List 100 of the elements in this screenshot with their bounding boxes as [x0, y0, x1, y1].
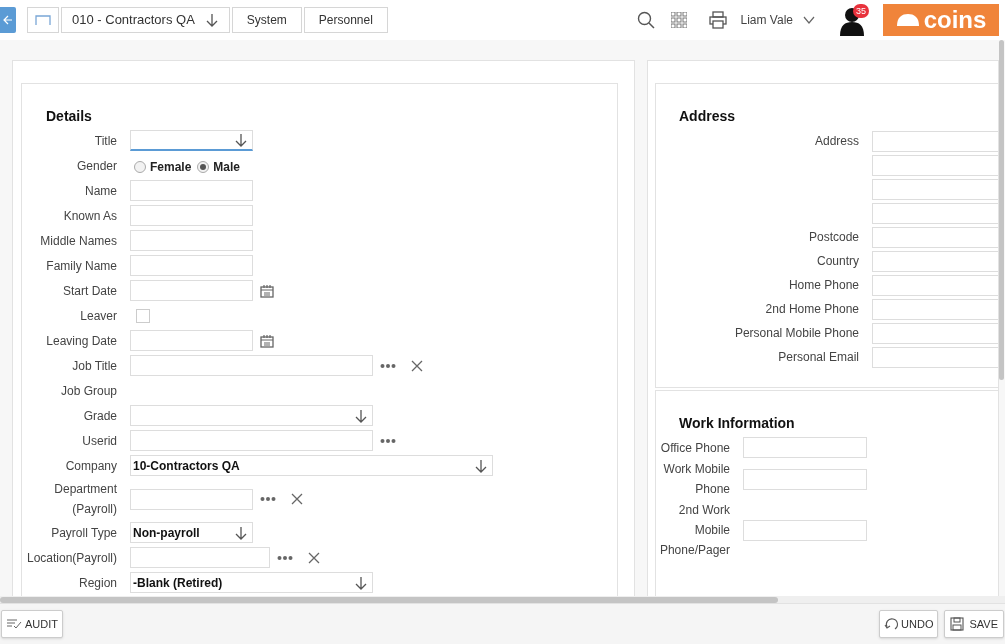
caret-icon — [204, 13, 219, 27]
field-label: Region — [77, 574, 117, 592]
field-label: Location(Payroll) — [25, 549, 117, 567]
more-button[interactable] — [380, 362, 396, 369]
section-heading: Address — [678, 107, 737, 124]
caret-icon — [234, 525, 248, 540]
hard-hat-icon — [895, 13, 920, 27]
coins-logo: coins — [883, 4, 999, 36]
dropdown-field[interactable]: -Blank (Retired) — [130, 572, 373, 593]
input-field[interactable] — [130, 280, 253, 301]
caret-icon — [354, 575, 368, 590]
input-field[interactable] — [872, 346, 998, 368]
input-field[interactable] — [872, 202, 998, 224]
field-label: Payroll Type — [50, 524, 117, 542]
more-dots-icon — [277, 554, 293, 561]
field-label: Family Name — [45, 257, 117, 275]
input-field[interactable] — [130, 180, 253, 201]
dropdown-field[interactable]: Non-payroll — [130, 522, 253, 543]
input-field[interactable] — [872, 274, 998, 296]
field-label: Department (Payroll) — [53, 481, 117, 518]
input-field[interactable] — [130, 255, 253, 276]
field-label: Job Group — [59, 382, 117, 400]
radio-option[interactable]: Male — [197, 157, 241, 176]
input-field[interactable] — [743, 519, 867, 541]
field-label: 2nd Work Mobile Phone/Pager — [658, 502, 730, 559]
field-label: Job Title — [71, 357, 117, 375]
clear-button[interactable] — [411, 359, 423, 372]
back-arrow-icon — [3, 15, 13, 25]
field-label: Start Date — [61, 282, 117, 300]
caret-icon — [234, 133, 248, 147]
horizontal-scrollbar[interactable] — [0, 596, 778, 603]
dropdown-field[interactable] — [130, 405, 373, 426]
breadcrumb-link[interactable]: Personnel — [303, 7, 388, 33]
input-field[interactable] — [130, 230, 253, 251]
input-field[interactable] — [872, 130, 998, 152]
back-button[interactable] — [0, 7, 16, 33]
radio-option[interactable]: Female — [134, 157, 192, 176]
field-label: Address — [813, 133, 859, 150]
input-field[interactable] — [130, 330, 253, 351]
dropdown-field[interactable]: 10-Contractors QA — [130, 455, 493, 476]
more-dots-icon — [380, 362, 396, 369]
field-label: Work Mobile Phone — [662, 461, 730, 498]
more-dots-icon — [380, 437, 396, 444]
undo-button[interactable]: UNDO — [879, 610, 939, 638]
calendar-button[interactable] — [260, 333, 274, 348]
user-menu[interactable]: Liam Vale — [740, 11, 815, 29]
input-field[interactable] — [743, 468, 867, 490]
breadcrumb-link[interactable]: System — [231, 7, 302, 33]
list-check-icon — [6, 619, 22, 629]
field-label: Personal Mobile Phone — [733, 325, 859, 342]
dropdown-field[interactable] — [130, 130, 253, 151]
field-label: Company — [64, 457, 117, 475]
caret-icon — [354, 408, 368, 423]
section-heading: Details — [45, 107, 93, 124]
input-field[interactable] — [872, 178, 998, 200]
notification-badge: 35 — [853, 4, 869, 18]
window-icon — [35, 15, 51, 25]
apps-grid-button[interactable] — [670, 12, 687, 28]
input-field[interactable] — [130, 355, 373, 376]
search-button[interactable] — [636, 11, 655, 29]
field-label: Country — [815, 253, 859, 270]
close-icon — [308, 551, 320, 564]
company-breadcrumb[interactable]: 010 - Contractors QA — [61, 7, 230, 33]
calendar-icon — [260, 333, 274, 348]
field-label: Office Phone — [659, 439, 730, 457]
more-button[interactable] — [260, 496, 276, 502]
calendar-button[interactable] — [260, 283, 274, 298]
home-breadcrumb[interactable] — [27, 7, 59, 33]
input-field[interactable] — [130, 488, 253, 510]
undo-icon — [884, 617, 901, 631]
audit-button[interactable]: AUDIT — [1, 610, 63, 638]
input-field[interactable] — [872, 298, 998, 320]
save-button[interactable]: SAVE — [944, 610, 1004, 638]
more-button[interactable] — [380, 437, 396, 444]
profile-button[interactable]: 35 — [839, 4, 867, 36]
input-field[interactable] — [872, 250, 998, 272]
input-field[interactable] — [872, 322, 998, 344]
field-label: Userid — [81, 432, 117, 450]
field-label: 2nd Home Phone — [764, 301, 859, 318]
field-label: Title — [93, 132, 117, 150]
input-field[interactable] — [872, 226, 998, 248]
field-label: Postcode — [807, 229, 859, 246]
print-button[interactable] — [708, 11, 727, 29]
input-field[interactable] — [130, 547, 270, 568]
more-dots-icon — [260, 496, 276, 502]
checkbox[interactable] — [136, 308, 150, 323]
search-icon — [636, 11, 655, 29]
clear-button[interactable] — [308, 551, 320, 564]
field-label: Name — [84, 182, 117, 200]
person-icon — [839, 6, 865, 36]
chevron-down-icon — [803, 16, 815, 24]
field-label: Personal Email — [777, 349, 859, 366]
clear-button[interactable] — [291, 493, 303, 505]
input-field[interactable] — [872, 154, 998, 176]
section-heading: Work Information — [678, 414, 796, 431]
vertical-scrollbar[interactable] — [999, 40, 1004, 380]
input-field[interactable] — [743, 437, 867, 458]
input-field[interactable] — [130, 430, 373, 451]
input-field[interactable] — [130, 205, 253, 226]
more-button[interactable] — [277, 554, 293, 561]
